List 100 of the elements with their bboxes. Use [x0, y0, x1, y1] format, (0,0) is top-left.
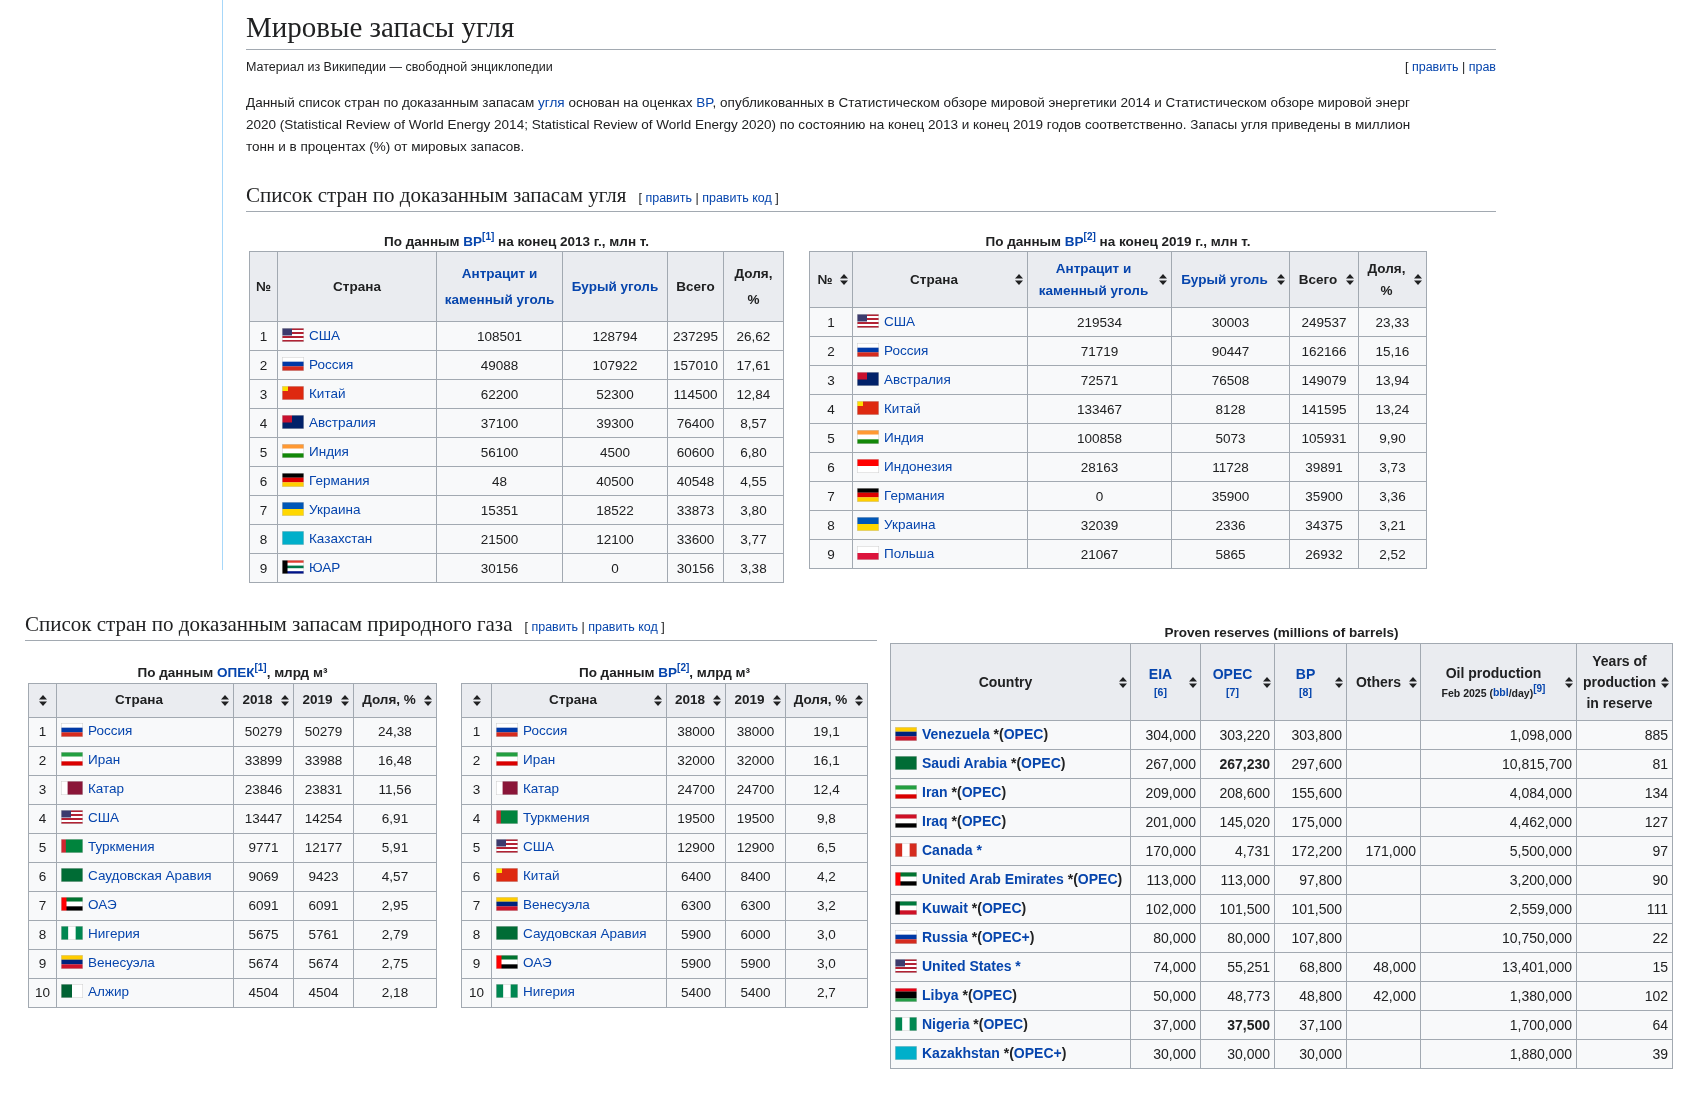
sort-icon[interactable] — [221, 694, 229, 706]
link[interactable]: [7] — [1226, 684, 1239, 701]
link[interactable]: * — [1011, 958, 1021, 974]
country-link[interactable]: США — [523, 838, 555, 854]
link[interactable]: OPEC — [983, 1016, 1024, 1032]
link[interactable]: BP — [658, 664, 678, 680]
country-link[interactable]: Индия — [884, 429, 924, 445]
country-link[interactable]: Россия — [88, 722, 133, 738]
link[interactable]: править — [645, 190, 692, 205]
sort-icon[interactable] — [1015, 274, 1023, 286]
sort-icon[interactable] — [1346, 274, 1354, 286]
column-header[interactable]: Страна — [491, 683, 667, 717]
link[interactable]: OPEC — [972, 987, 1013, 1003]
link[interactable]: OPEC+ — [1013, 1045, 1062, 1061]
sort-icon[interactable] — [424, 694, 432, 706]
column-header[interactable]: Бурый уголь — [1171, 251, 1290, 308]
link[interactable]: OPEC — [961, 813, 1002, 829]
column-header[interactable] — [461, 683, 492, 717]
link[interactable]: Бурый уголь — [571, 273, 659, 300]
country-link[interactable]: Россия — [309, 356, 354, 372]
country-link[interactable]: Нигерия — [523, 983, 575, 999]
column-header[interactable]: Антрацит и каменный уголь — [1027, 251, 1172, 308]
reference-link[interactable]: [1] — [482, 230, 495, 242]
column-header[interactable]: Доля, % — [353, 683, 437, 717]
country-link[interactable]: Китай — [884, 400, 921, 416]
link[interactable]: Nigeria — [922, 1016, 970, 1032]
sort-icon[interactable] — [38, 694, 47, 706]
column-header[interactable]: EIA [6] — [1130, 643, 1201, 721]
country-link[interactable]: США — [309, 327, 341, 343]
column-header[interactable]: Страна — [852, 251, 1028, 308]
link[interactable]: [8] — [1299, 684, 1312, 701]
column-header[interactable]: 2018 — [666, 683, 726, 717]
link[interactable]: Iran — [922, 784, 948, 800]
sort-icon[interactable] — [1119, 676, 1127, 688]
link[interactable]: OPEC — [981, 900, 1022, 916]
country-link[interactable]: Катар — [88, 780, 125, 796]
country-link[interactable]: Индия — [309, 443, 349, 459]
sort-icon[interactable] — [855, 694, 863, 706]
link[interactable]: Saudi Arabia — [922, 755, 1008, 771]
link[interactable]: Антрацит и каменный уголь — [441, 261, 558, 313]
link[interactable]: Russia — [922, 929, 968, 945]
link[interactable]: Бурый уголь — [1181, 269, 1268, 291]
link[interactable]: BP — [696, 94, 713, 110]
sort-icon[interactable] — [1409, 676, 1417, 688]
country-link[interactable]: Россия — [523, 722, 568, 738]
link[interactable]: BP — [1064, 233, 1084, 249]
country-link[interactable]: ОАЭ — [88, 896, 117, 912]
link[interactable]: править код — [702, 190, 772, 205]
column-header[interactable]: Доля, % — [785, 683, 868, 717]
reference-link[interactable]: [2] — [677, 662, 690, 673]
sort-icon[interactable] — [1159, 274, 1167, 286]
sort-icon[interactable] — [341, 694, 349, 706]
country-link[interactable]: ОАЭ — [523, 954, 552, 970]
sort-icon[interactable] — [1661, 676, 1669, 688]
link[interactable]: Антрацит и каменный уголь — [1032, 258, 1155, 302]
sort-icon[interactable] — [472, 694, 481, 706]
country-link[interactable]: Украина — [309, 501, 361, 517]
link[interactable]: Kazakhstan — [922, 1045, 1000, 1061]
sort-icon[interactable] — [1335, 676, 1343, 688]
country-link[interactable]: США — [884, 313, 916, 329]
link[interactable]: угля — [538, 94, 565, 110]
link[interactable]: BP — [463, 233, 483, 249]
link[interactable]: Canada — [922, 842, 973, 858]
link[interactable]: United Arab Emirates — [922, 871, 1064, 887]
link[interactable]: ОПЕК — [216, 664, 255, 680]
sort-icon[interactable] — [281, 694, 289, 706]
link[interactable]: Libya — [922, 987, 959, 1003]
link[interactable]: Venezuela — [922, 726, 990, 742]
sort-icon[interactable] — [654, 694, 662, 706]
column-header[interactable]: Years of production in reserve — [1576, 643, 1673, 721]
link[interactable]: BP — [1295, 663, 1316, 685]
country-link[interactable]: Россия — [884, 342, 929, 358]
country-link[interactable]: Украина — [884, 516, 936, 532]
column-header[interactable]: 2018 — [233, 683, 294, 717]
column-header[interactable]: Others — [1346, 643, 1421, 721]
column-header[interactable]: Всего — [1289, 251, 1359, 308]
link[interactable]: править — [1411, 59, 1459, 74]
country-link[interactable]: Иран — [88, 751, 121, 767]
column-header[interactable]: OPEC [7] — [1200, 643, 1275, 721]
link[interactable]: править код — [588, 620, 658, 634]
column-header[interactable]: Доля, % — [1358, 251, 1427, 308]
sort-icon[interactable] — [1414, 274, 1422, 286]
country-link[interactable]: Нигерия — [88, 925, 140, 941]
column-header[interactable]: 2019 — [293, 683, 354, 717]
country-link[interactable]: Иран — [523, 751, 556, 767]
link[interactable]: [6] — [1154, 684, 1167, 701]
link[interactable]: EIA — [1148, 663, 1173, 685]
link[interactable]: United States — [922, 958, 1012, 974]
link[interactable]: OPEC — [961, 784, 1002, 800]
country-link[interactable]: Польша — [884, 545, 935, 561]
sort-icon[interactable] — [1565, 676, 1573, 688]
reference-link[interactable]: [1] — [254, 662, 267, 673]
country-link[interactable]: США — [88, 809, 120, 825]
link[interactable]: * — [972, 842, 982, 858]
column-header[interactable]: Country — [890, 643, 1131, 721]
country-link[interactable]: Китай — [523, 867, 560, 883]
link[interactable]: OPEC — [1077, 871, 1118, 887]
link[interactable]: OPEC+ — [981, 929, 1030, 945]
sort-icon[interactable] — [1277, 274, 1285, 286]
sort-icon[interactable] — [773, 694, 781, 706]
